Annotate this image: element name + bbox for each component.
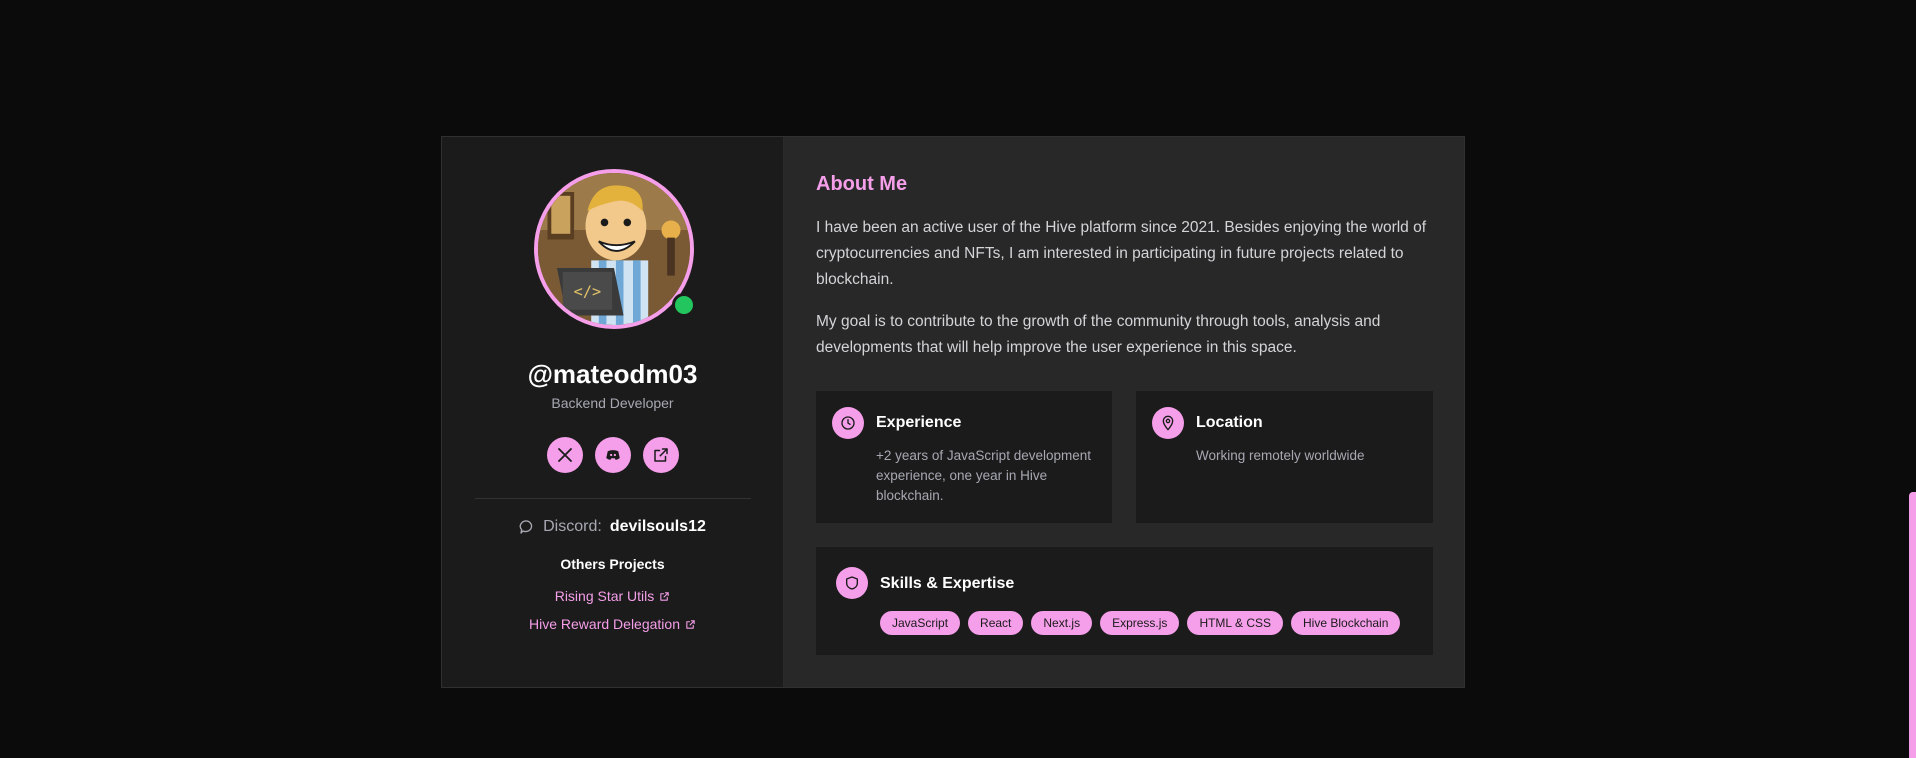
external-link-icon	[660, 591, 670, 601]
discord-social-button[interactable]	[594, 437, 631, 473]
skills-tags: JavaScript React Next.js Express.js HTML…	[880, 611, 1401, 635]
sidebar-divider	[475, 498, 751, 499]
skill-tag: HTML & CSS	[1187, 611, 1284, 635]
external-link-icon	[653, 448, 668, 462]
location-box: Location Working remotely worldwide	[1136, 391, 1433, 523]
x-social-button[interactable]	[546, 437, 583, 473]
map-pin-icon	[1152, 407, 1184, 439]
avatar-container: </>	[534, 169, 696, 329]
experience-text: +2 years of JavaScript development exper…	[876, 448, 1091, 503]
scrollbar-thumb[interactable]	[1909, 492, 1916, 758]
experience-box: Experience +2 years of JavaScript develo…	[816, 391, 1112, 523]
clock-icon	[832, 407, 864, 439]
about-paragraph: My goal is to contribute to the growth o…	[816, 313, 1381, 356]
profile-card: </> @mateodm03 Backend Developer Discord…	[441, 136, 1465, 688]
about-paragraph: I have been an active user of the Hive p…	[816, 219, 1427, 288]
x-icon	[557, 448, 572, 462]
profile-sidebar: </> @mateodm03 Backend Developer Discord…	[442, 137, 784, 687]
about-panel: About Me I have been an active user of t…	[784, 137, 1464, 687]
shield-icon	[836, 567, 868, 599]
project-link-label: Hive Reward Delegation	[529, 616, 680, 632]
external-link-icon	[686, 619, 695, 629]
skills-box: Skills & Expertise JavaScript React Next…	[816, 547, 1433, 655]
online-status-indicator	[672, 293, 696, 317]
location-title: Location	[1196, 414, 1263, 431]
skill-tag: Next.js	[1031, 611, 1093, 635]
discord-handle-line: Discord: devilsouls12	[442, 518, 783, 536]
skill-tag: React	[968, 611, 1024, 635]
profile-username: @mateodm03	[527, 359, 698, 389]
skills-title: Skills & Expertise	[880, 575, 1015, 592]
discord-label: Discord:	[543, 518, 602, 535]
skill-tag: Express.js	[1100, 611, 1180, 635]
svg-text:</>: </>	[574, 283, 601, 301]
profile-role: Backend Developer	[551, 395, 674, 411]
discord-handle: devilsouls12	[609, 518, 706, 535]
avatar-illustration: </>	[538, 173, 690, 325]
project-link-hive-reward-delegation[interactable]: Hive Reward Delegation	[442, 616, 783, 632]
discord-icon	[605, 450, 620, 460]
chat-bubble-icon	[519, 519, 535, 535]
skill-tag: Hive Blockchain	[1291, 611, 1401, 635]
avatar: </>	[534, 169, 694, 329]
projects-title: Others Projects	[560, 556, 665, 572]
skill-tag: JavaScript	[880, 611, 961, 635]
experience-title: Experience	[876, 414, 962, 431]
location-text: Working remotely worldwide	[1196, 448, 1365, 463]
social-links	[442, 437, 783, 473]
about-title: About Me	[816, 173, 908, 195]
external-link-social-button[interactable]	[642, 437, 679, 473]
project-link-rising-star-utils[interactable]: Rising Star Utils	[442, 588, 783, 604]
project-link-label: Rising Star Utils	[554, 588, 655, 604]
